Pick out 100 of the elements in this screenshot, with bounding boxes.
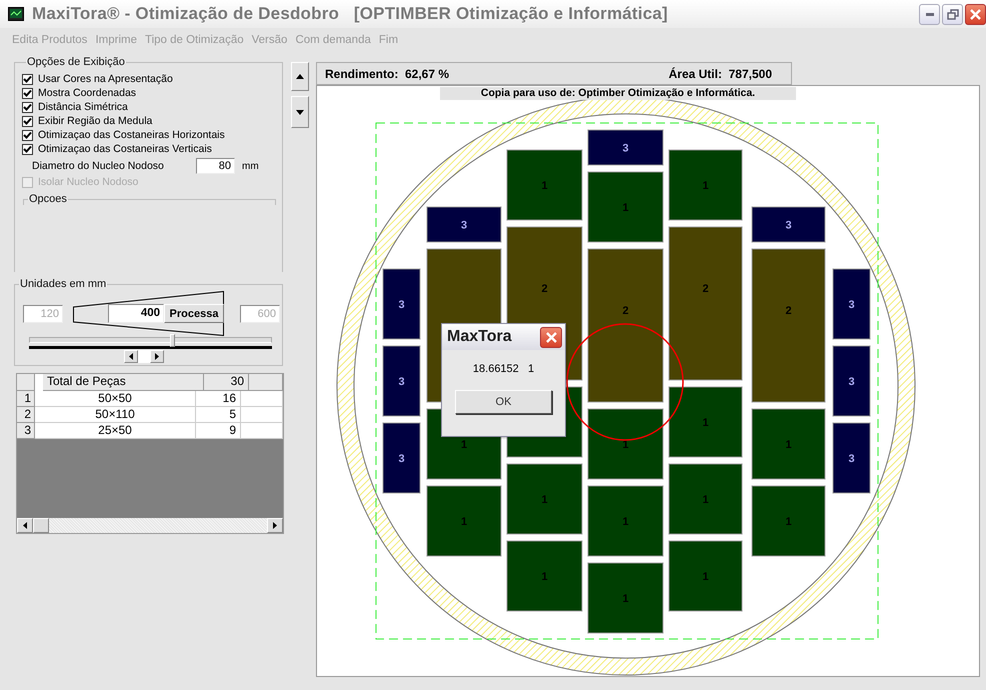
scroll-right-button[interactable] — [150, 350, 164, 363]
scroll-left-button[interactable] — [124, 350, 138, 363]
piece-label: 1 — [702, 571, 709, 583]
header-cell: Total de Peças — [43, 374, 204, 391]
strip-piece — [832, 268, 870, 340]
up-arrow-icon — [296, 74, 304, 79]
piece-label: 1 — [622, 202, 629, 214]
slider-thumb[interactable] — [170, 334, 176, 347]
piece-label: 2 — [702, 283, 709, 296]
piece-label: 1 — [541, 180, 548, 192]
close-icon — [970, 8, 981, 20]
piece-label: 1 — [460, 516, 468, 528]
checkbox-label: Mostra Coordenadas — [38, 87, 136, 99]
header-cell: 30 — [204, 374, 249, 391]
piece-label: 1 — [702, 180, 709, 192]
diameter-field[interactable]: 80 — [196, 158, 235, 174]
ok-button[interactable]: OK — [455, 390, 552, 414]
checkbox[interactable] — [22, 130, 33, 140]
piece-label: 1 — [702, 494, 709, 506]
strip-piece — [382, 346, 420, 416]
checkbox[interactable] — [22, 102, 33, 112]
max-field[interactable]: 600 — [240, 304, 280, 322]
right-arrow-icon — [154, 353, 158, 360]
piece-label: 1 — [785, 439, 792, 451]
left-arrow-icon — [23, 522, 27, 529]
piece-label: 3 — [848, 453, 855, 465]
piece-label: 1 — [622, 439, 629, 451]
process-button[interactable]: Processa — [164, 304, 224, 323]
piece-label: 1 — [460, 439, 468, 451]
scroll-left-button[interactable] — [17, 518, 33, 533]
row-number: 1 — [17, 391, 35, 407]
restore-button[interactable] — [942, 4, 963, 24]
piece-label: 2 — [785, 305, 792, 318]
checkbox-label: Exibir Região da Medula — [38, 115, 152, 127]
piece-label: 3 — [622, 142, 629, 154]
minimize-icon — [926, 12, 934, 16]
scrollbar-thumb[interactable] — [33, 518, 49, 533]
piece-label: 3 — [398, 453, 405, 465]
table-cell: 25×50 — [35, 423, 196, 439]
piece-label: 3 — [848, 376, 855, 388]
stat-text: Área Util: 787,500 — [668, 66, 772, 80]
checkbox-label: Otimizaçao das Costaneiras Horizontais — [38, 129, 225, 141]
up-button[interactable] — [291, 62, 309, 91]
piece-label: 3 — [785, 220, 792, 232]
copy-notice: Copia para uso de: Optimber Otimização e Informática. — [440, 87, 796, 100]
strip-piece — [832, 422, 870, 494]
piece-label: 1 — [541, 494, 548, 506]
scroll-right-button[interactable] — [267, 518, 283, 533]
stat-text: Rendimento: 62,67 % — [325, 66, 450, 80]
checkbox[interactable] — [22, 74, 33, 84]
menu-item[interactable]: Versão — [252, 34, 288, 46]
piece-label: 3 — [398, 376, 405, 388]
row-number: 2 — [17, 407, 35, 423]
menu-item[interactable]: Edita Produtos — [12, 34, 88, 46]
min-field[interactable]: 120 — [23, 304, 63, 322]
group-title: Unidades em mm — [19, 278, 108, 290]
group-title: Opcoes — [28, 193, 68, 205]
piece-label: 1 — [702, 417, 709, 429]
close-button[interactable] — [540, 326, 562, 348]
table-cell: 9 — [196, 423, 241, 439]
group-title: Opções de Exibição — [26, 56, 126, 68]
piece-label: 3 — [460, 220, 468, 232]
piece-label: 3 — [848, 299, 855, 311]
checkbox-label: Distância Simétrica — [38, 101, 128, 113]
table-cell — [241, 423, 283, 439]
close-icon — [546, 332, 556, 342]
menu-item[interactable]: Fim — [378, 34, 398, 46]
checkbox[interactable] — [22, 144, 33, 154]
close-button[interactable] — [965, 4, 986, 24]
piece-label: 1 — [622, 516, 629, 528]
row-number: 3 — [17, 423, 35, 439]
scrollbar-track[interactable] — [138, 350, 150, 363]
piece-label: 1 — [541, 571, 548, 583]
left-arrow-icon — [128, 353, 132, 360]
down-arrow-icon — [296, 110, 304, 114]
field-label: Diametro do Nucleo Nodoso — [32, 160, 165, 172]
checkbox-label: Isolar Nucleo Nodoso — [38, 176, 138, 188]
restore-icon — [946, 8, 958, 20]
piece-label: 1 — [622, 593, 629, 605]
menu-item[interactable]: Tipo de Otimização — [144, 34, 244, 46]
menu-item[interactable]: Imprime — [95, 34, 137, 46]
piece-label: 2 — [622, 305, 629, 318]
piece-label: 2 — [541, 283, 548, 296]
piece-label: 1 — [785, 516, 792, 528]
checkbox[interactable] — [22, 88, 33, 98]
strip-piece — [832, 346, 870, 416]
dialog-title: MaxTora — [447, 328, 512, 346]
dialog-message: 18.66152 1 — [472, 363, 534, 375]
monitor-icon — [8, 7, 24, 21]
minimize-button[interactable] — [919, 4, 940, 24]
down-button[interactable] — [291, 96, 309, 128]
unit-label: mm — [242, 160, 259, 172]
length-field[interactable]: 400 — [108, 304, 164, 323]
strip-piece — [382, 422, 420, 494]
menu-item[interactable]: Com demanda — [295, 34, 371, 46]
piece-label: 3 — [398, 299, 405, 311]
horizontal-scrollbar[interactable] — [17, 518, 283, 533]
checkbox-label: Usar Cores na Apresentação — [38, 73, 173, 85]
window-title: MaxiTora® - Otimização de Desdobro [OPTIMBER Otimização e Informática] — [32, 4, 668, 24]
checkbox[interactable] — [22, 116, 33, 126]
